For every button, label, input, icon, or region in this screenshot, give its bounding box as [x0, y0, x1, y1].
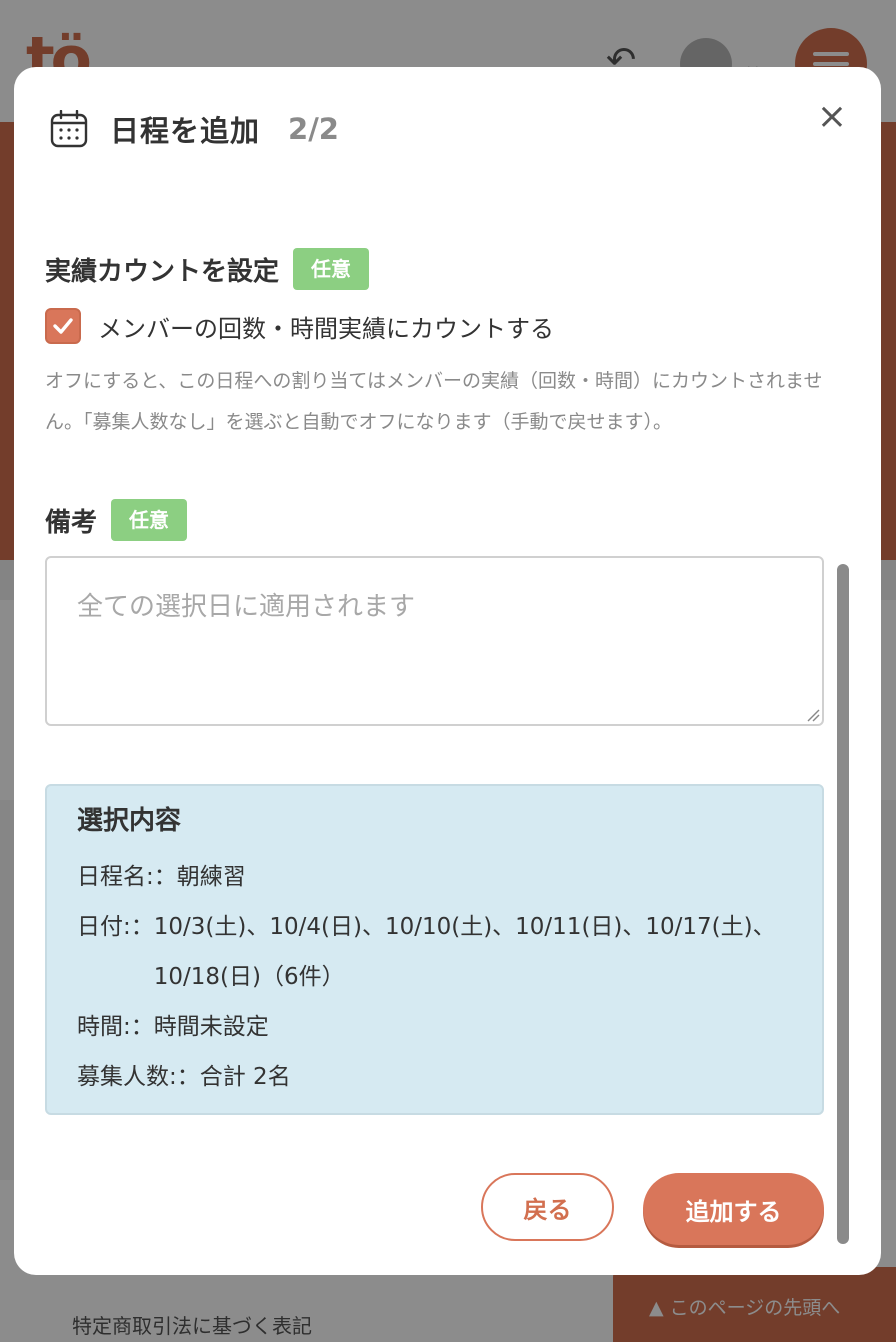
summary-value: 時間未設定 — [153, 1014, 269, 1040]
notes-heading: 備考 任意 — [45, 499, 188, 541]
summary-row-time: 時間:： 時間未設定 — [77, 1002, 784, 1052]
resize-handle-icon[interactable] — [806, 708, 820, 722]
dialog-title: 日程を追加 — [110, 114, 261, 148]
count-checkbox-label[interactable]: メンバーの回数・時間実績にカウントする — [98, 309, 554, 344]
summary-title: 選択内容 — [77, 806, 182, 836]
notes-textarea[interactable] — [45, 556, 824, 726]
summary-row-name: 日程名:： 朝練習 — [77, 852, 807, 902]
summary-value: 10/3(土)、10/4(日)、10/10(土)、10/11(日)、10/17(… — [153, 914, 776, 990]
selection-summary: 選択内容 日程名:： 朝練習 日付:： 10/3(土)、10/4(日)、10/1… — [45, 784, 824, 1115]
check-icon — [53, 318, 73, 334]
summary-key: 募集人数:： — [77, 1064, 200, 1090]
optional-badge: 任意 — [111, 499, 188, 541]
count-checkbox-row[interactable]: メンバーの回数・時間実績にカウントする — [45, 308, 554, 344]
summary-value: 合計 2名 — [199, 1064, 291, 1090]
calendar-icon — [50, 110, 88, 148]
back-button[interactable]: 戻る — [481, 1173, 614, 1241]
count-setting-label: 実績カウントを設定 — [45, 256, 280, 287]
add-button[interactable]: 追加する — [643, 1173, 824, 1245]
add-schedule-dialog: 日程を追加 2/2 × 実績カウントを設定 任意 メンバーの回数・時間実績にカウ… — [14, 67, 881, 1275]
summary-key: 日程名:： — [77, 864, 177, 890]
dialog-step-indicator: 2/2 — [288, 112, 339, 146]
summary-value: 朝練習 — [176, 864, 246, 890]
close-icon: × — [816, 96, 848, 137]
close-button[interactable]: × — [814, 97, 850, 137]
optional-badge: 任意 — [293, 248, 370, 290]
summary-row-count: 募集人数:： 合計 2名 — [77, 1052, 830, 1102]
count-setting-heading: 実績カウントを設定 任意 — [45, 248, 370, 290]
dialog-header: 日程を追加 2/2 — [50, 107, 339, 151]
summary-key: 日付:： — [77, 914, 154, 940]
summary-key: 時間:： — [77, 1014, 154, 1040]
dialog-scrollbar[interactable] — [837, 564, 849, 1244]
summary-row-dates: 日付:： 10/3(土)、10/4(日)、10/10(土)、10/11(日)、1… — [77, 902, 784, 1002]
notes-label: 備考 — [45, 507, 98, 538]
count-help-text: オフにすると、この日程への割り当てはメンバーの実績（回数・時間）にカウントされま… — [45, 370, 823, 433]
count-checkbox[interactable] — [45, 308, 81, 344]
